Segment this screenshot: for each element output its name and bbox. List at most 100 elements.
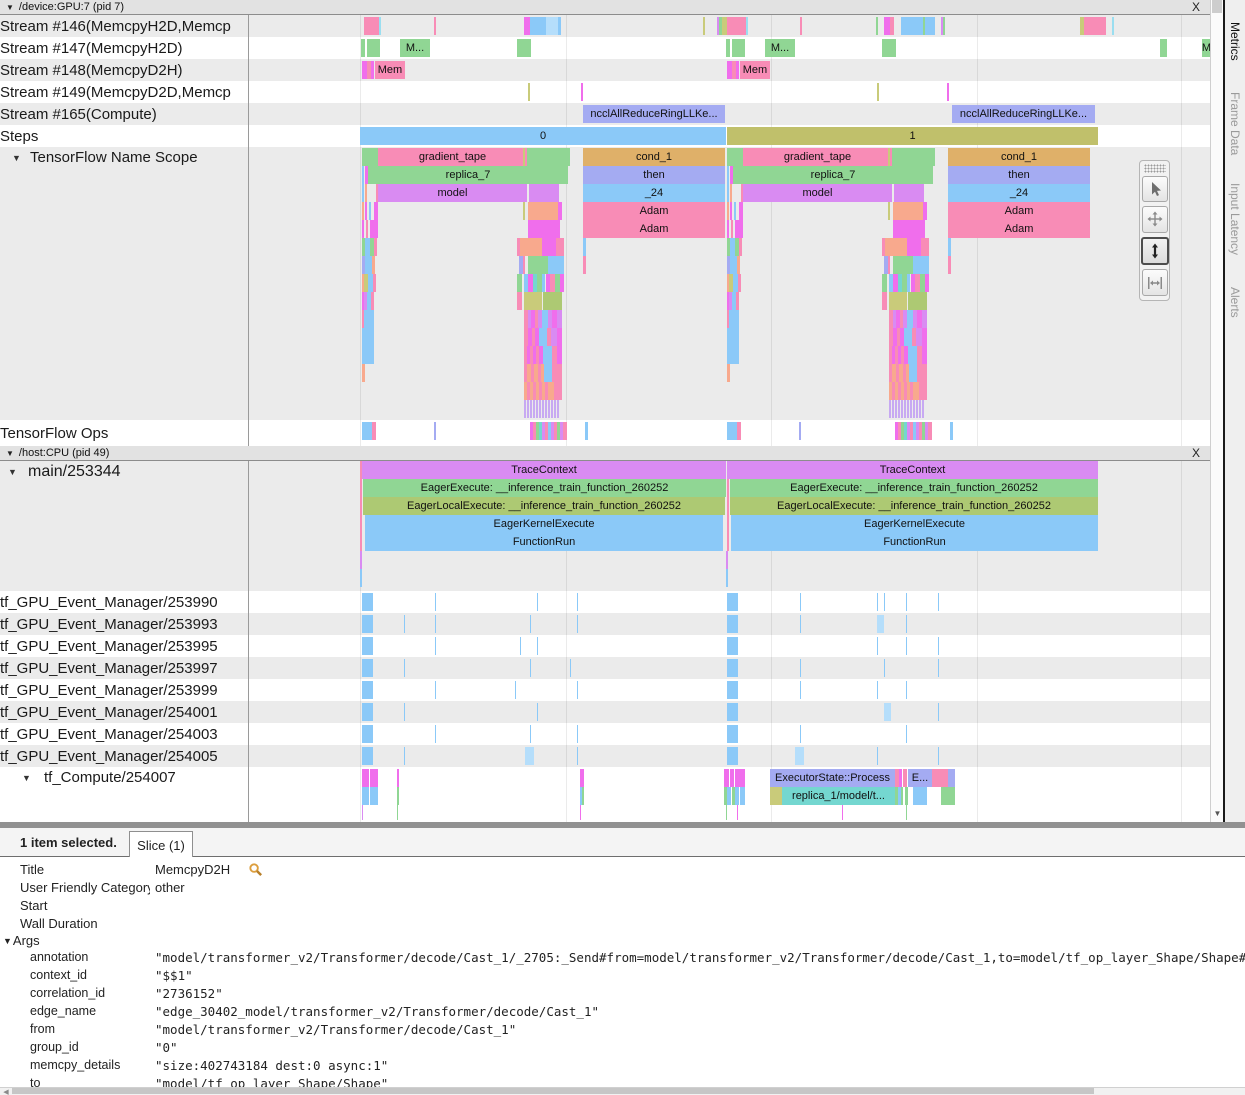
trace-slice[interactable] — [737, 256, 740, 274]
trace-slice[interactable] — [910, 400, 912, 418]
trace-slice[interactable] — [894, 184, 924, 202]
collapse-triangle-icon[interactable]: ▼ — [6, 449, 14, 458]
trace-slice[interactable] — [360, 479, 362, 497]
trace-slice[interactable] — [362, 202, 364, 220]
trace-slice[interactable]: EagerExecute: __inference_train_function… — [730, 479, 1098, 497]
trace-slice[interactable] — [517, 39, 531, 57]
trace-slice[interactable] — [397, 769, 399, 787]
trace-slice[interactable] — [885, 238, 907, 256]
trace-slice[interactable] — [726, 569, 728, 587]
trace-slice[interactable] — [730, 769, 734, 787]
trace-slice[interactable] — [938, 703, 939, 721]
trace-slice[interactable] — [906, 681, 907, 699]
trace-slice[interactable] — [888, 202, 890, 220]
trace-slice[interactable] — [928, 422, 932, 440]
trace-slice[interactable] — [570, 659, 571, 677]
trace-slice[interactable] — [904, 400, 906, 418]
trace-slice[interactable] — [528, 256, 548, 274]
trace-slice[interactable] — [530, 17, 546, 35]
trace-slice[interactable]: gradient_tape — [743, 148, 892, 166]
trace-slice[interactable] — [877, 637, 878, 655]
trace-slice[interactable] — [907, 400, 909, 418]
trace-slice[interactable] — [435, 725, 436, 743]
trace-slice[interactable] — [905, 787, 908, 805]
trace-slice[interactable] — [543, 292, 562, 310]
trace-slice[interactable] — [523, 256, 525, 274]
trace-slice[interactable] — [736, 61, 739, 79]
trace-slice[interactable] — [371, 61, 374, 79]
trace-slice[interactable] — [524, 292, 542, 310]
trace-slice[interactable] — [730, 202, 732, 220]
trace-slice[interactable] — [397, 787, 399, 805]
trace-slice[interactable] — [938, 747, 939, 765]
trace-slice[interactable] — [727, 328, 739, 346]
trace-slice[interactable] — [726, 39, 730, 57]
trace-slice[interactable] — [370, 769, 378, 787]
trace-slice[interactable] — [800, 593, 801, 611]
trace-slice[interactable] — [727, 364, 730, 382]
trace-slice[interactable] — [795, 747, 804, 765]
trace-slice[interactable] — [734, 202, 736, 220]
trace-slice[interactable] — [362, 681, 373, 699]
trace-slice[interactable] — [523, 202, 525, 220]
trace-slice[interactable] — [397, 805, 398, 820]
trace-slice[interactable] — [529, 184, 559, 202]
trace-slice[interactable] — [948, 769, 955, 787]
trace-slice[interactable] — [577, 593, 578, 611]
trace-slice[interactable] — [362, 328, 374, 346]
close-button[interactable]: X — [1188, 446, 1204, 460]
trace-slice[interactable] — [893, 202, 923, 220]
trace-slice[interactable] — [727, 725, 738, 743]
trace-slice[interactable] — [360, 533, 362, 551]
trace-slice[interactable]: EagerKernelExecute — [365, 515, 723, 533]
trace-slice[interactable] — [364, 310, 374, 328]
trace-slice[interactable] — [548, 400, 550, 418]
trace-slice[interactable]: EagerLocalExecute: __inference_train_fun… — [730, 497, 1098, 515]
trace-slice[interactable] — [877, 593, 878, 611]
trace-slice[interactable] — [435, 637, 436, 655]
trace-slice[interactable] — [922, 310, 927, 328]
trace-slice[interactable] — [585, 422, 588, 440]
trace-slice[interactable] — [800, 17, 802, 35]
trace-slice[interactable] — [735, 787, 739, 805]
trace-slice[interactable] — [727, 17, 746, 35]
trace-slice[interactable] — [557, 310, 562, 328]
scroll-left-arrow-icon[interactable]: ◀ — [1, 1088, 11, 1095]
trace-slice[interactable] — [901, 787, 903, 805]
trace-slice[interactable]: replica_7 — [733, 166, 933, 184]
trace-slice[interactable]: 1 — [727, 127, 1098, 145]
trace-slice[interactable] — [730, 256, 737, 274]
trace-slice[interactable] — [800, 725, 801, 743]
trace-slice[interactable] — [727, 681, 738, 699]
trace-slice[interactable] — [727, 220, 729, 238]
trace-slice[interactable] — [370, 787, 378, 805]
trace-slice[interactable] — [882, 274, 887, 292]
trace-slice[interactable] — [527, 400, 529, 418]
trace-slice[interactable] — [557, 328, 562, 346]
trace-slice[interactable] — [842, 805, 843, 820]
trace-slice[interactable] — [737, 422, 741, 440]
trace-slice[interactable] — [738, 274, 741, 292]
trace-slice[interactable] — [727, 202, 729, 220]
trace-slice[interactable] — [361, 39, 365, 57]
trace-slice[interactable] — [581, 83, 583, 101]
trace-slice[interactable]: EagerExecute: __inference_train_function… — [363, 479, 726, 497]
trace-slice[interactable] — [906, 615, 907, 633]
trace-slice[interactable] — [916, 400, 918, 418]
trace-slice[interactable] — [372, 256, 375, 274]
trace-slice[interactable] — [799, 422, 801, 440]
trace-slice[interactable] — [554, 382, 562, 400]
trace-slice[interactable] — [563, 422, 567, 440]
trace-slice[interactable] — [527, 148, 570, 166]
trace-slice[interactable] — [731, 220, 733, 238]
trace-slice[interactable] — [530, 725, 531, 743]
trace-slice[interactable]: M... — [400, 39, 430, 57]
trace-slice[interactable] — [533, 400, 535, 418]
trace-slice[interactable] — [908, 292, 927, 310]
trace-slice[interactable] — [919, 400, 921, 418]
trace-slice[interactable]: FunctionRun — [365, 533, 723, 551]
trace-slice[interactable] — [727, 703, 738, 721]
trace-slice[interactable] — [950, 422, 953, 440]
side-tab-alerts[interactable]: Alerts — [1228, 287, 1242, 318]
trace-slice[interactable] — [739, 202, 743, 220]
